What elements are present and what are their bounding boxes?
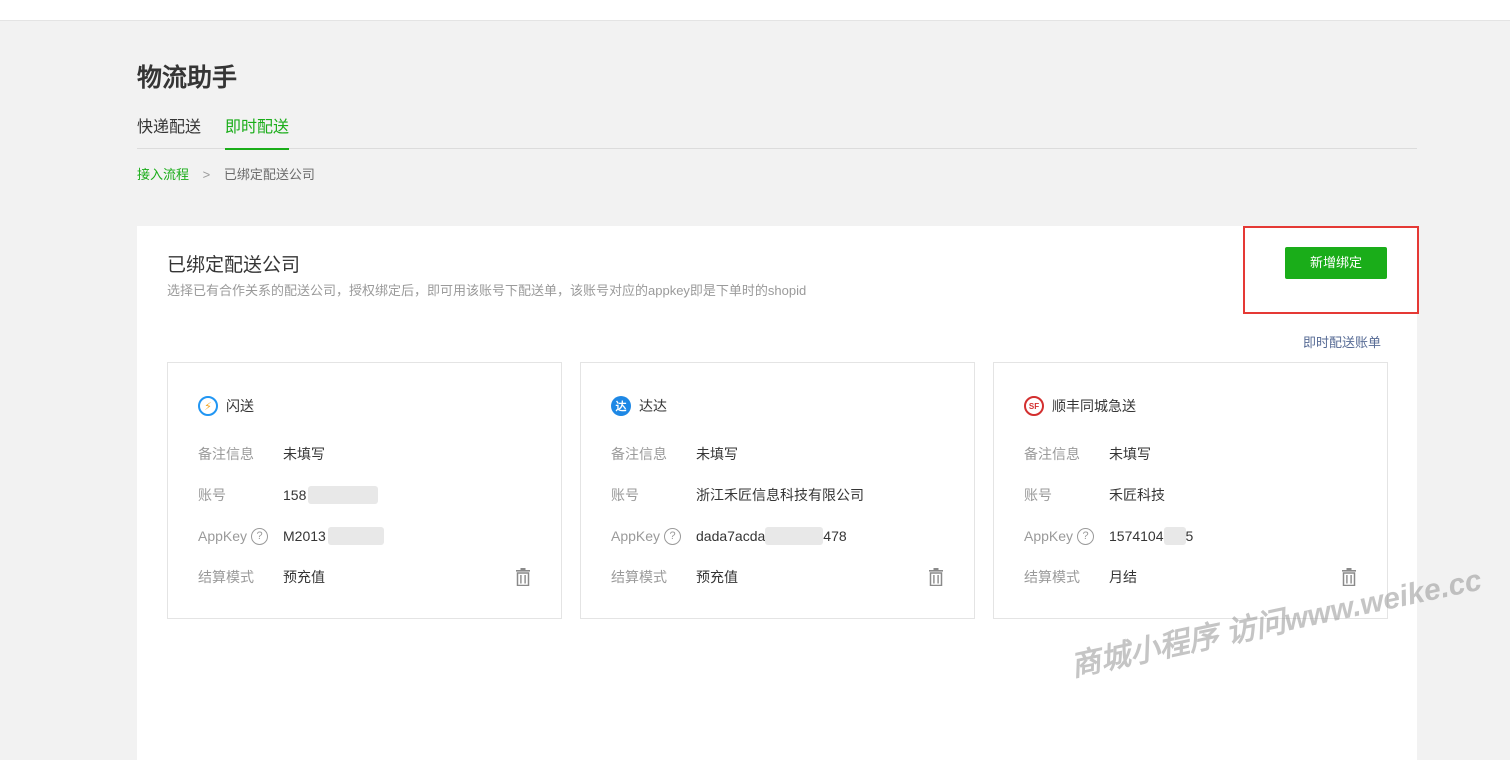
settlement-label: 结算模式 [1024,569,1080,585]
account-label: 账号 [198,487,226,503]
settlement-value: 月结 [1109,569,1137,585]
instant-delivery-bill-link[interactable]: 即时配送账单 [1303,332,1381,351]
remark-label: 备注信息 [1024,446,1080,462]
panel-title: 已绑定配送公司 [167,255,301,276]
account-row: 账号 浙江禾匠信息科技有限公司 [611,485,864,505]
trash-icon[interactable] [515,568,531,586]
redacted-blur [308,486,379,504]
remark-value: 未填写 [283,446,325,462]
appkey-value-suffix: 478 [823,528,847,544]
appkey-label-text: AppKey [1024,528,1074,544]
appkey-row: AppKey? 1574104 5 [1024,526,1193,546]
account-value: 浙江禾匠信息科技有限公司 [696,487,864,503]
trash-icon[interactable] [928,568,944,586]
dada-logo-icon: 达 [611,396,631,416]
tab-bar: 快递配送 即时配送 [137,116,1417,150]
account-value: 158 [283,487,307,503]
help-icon[interactable]: ? [1077,527,1095,545]
help-icon[interactable]: ? [664,527,682,545]
page-title: 物流助手 [137,64,238,92]
sf-logo-icon: SF [1024,396,1044,416]
account-value: 禾匠科技 [1109,487,1165,503]
redacted-blur [327,527,384,545]
redacted-blur [1163,527,1186,545]
add-binding-button[interactable]: 新增绑定 [1285,247,1387,279]
remark-value: 未填写 [1109,446,1151,462]
remark-label: 备注信息 [611,446,667,462]
company-card-sf: SF 顺丰同城急送 备注信息 未填写 账号 禾匠科技 AppKey? 15741… [993,362,1388,619]
settlement-label: 结算模式 [198,569,254,585]
appkey-label-text: AppKey [611,528,661,544]
breadcrumb-current: 已绑定配送公司 [223,167,315,182]
account-label: 账号 [1024,487,1052,503]
remark-row: 备注信息 未填写 [1024,444,1151,464]
appkey-value-prefix: dada7acda [696,528,766,544]
settlement-value: 预充值 [696,569,738,585]
appkey-row: AppKey? M2013 [198,526,384,546]
appkey-value: M2013 [283,528,326,544]
tab-express-delivery[interactable]: 快递配送 [137,116,201,149]
panel-description: 选择已有合作关系的配送公司，授权绑定后，即可用该账号下配送单，该账号对应的app… [167,283,807,298]
card-header: ⚡ 闪送 [198,395,254,417]
settlement-row: 结算模式 月结 [1024,567,1137,587]
shansong-logo-icon: ⚡ [198,396,218,416]
company-name: 达达 [639,398,667,414]
top-bar [0,0,1510,21]
company-card-dada: 达 达达 备注信息 未填写 账号 浙江禾匠信息科技有限公司 AppKey? da… [580,362,975,619]
card-header: SF 顺丰同城急送 [1024,395,1136,417]
bound-companies-panel: 已绑定配送公司 选择已有合作关系的配送公司，授权绑定后，即可用该账号下配送单，该… [137,226,1419,760]
help-icon[interactable]: ? [251,527,269,545]
appkey-label-text: AppKey [198,528,248,544]
breadcrumb: 接入流程 > 已绑定配送公司 [137,166,315,184]
breadcrumb-separator-icon: > [202,167,211,182]
remark-label: 备注信息 [198,446,254,462]
remark-value: 未填写 [696,446,738,462]
company-card-shansong: ⚡ 闪送 备注信息 未填写 账号 158 AppKey? M2013 结算模式 … [167,362,562,619]
appkey-value: 1574104 [1109,528,1164,544]
account-label: 账号 [611,487,639,503]
account-row: 账号 禾匠科技 [1024,485,1165,505]
tab-instant-delivery[interactable]: 即时配送 [225,116,290,150]
appkey-label: AppKey? [611,526,696,546]
appkey-label: AppKey? [198,526,283,546]
account-row: 账号 158 [198,485,379,505]
settlement-label: 结算模式 [611,569,667,585]
settlement-row: 结算模式 预充值 [611,567,738,587]
remark-row: 备注信息 未填写 [198,444,325,464]
breadcrumb-link-access-flow[interactable]: 接入流程 [137,167,189,182]
company-name: 顺丰同城急送 [1052,398,1136,414]
redacted-blur [765,527,824,545]
settlement-value: 预充值 [283,569,325,585]
appkey-value-suffix: 5 [1185,528,1194,544]
card-header: 达 达达 [611,395,667,417]
appkey-row: AppKey? dada7acda 478 [611,526,847,546]
settlement-row: 结算模式 预充值 [198,567,325,587]
company-name: 闪送 [226,398,254,414]
remark-row: 备注信息 未填写 [611,444,738,464]
appkey-label: AppKey? [1024,526,1109,546]
